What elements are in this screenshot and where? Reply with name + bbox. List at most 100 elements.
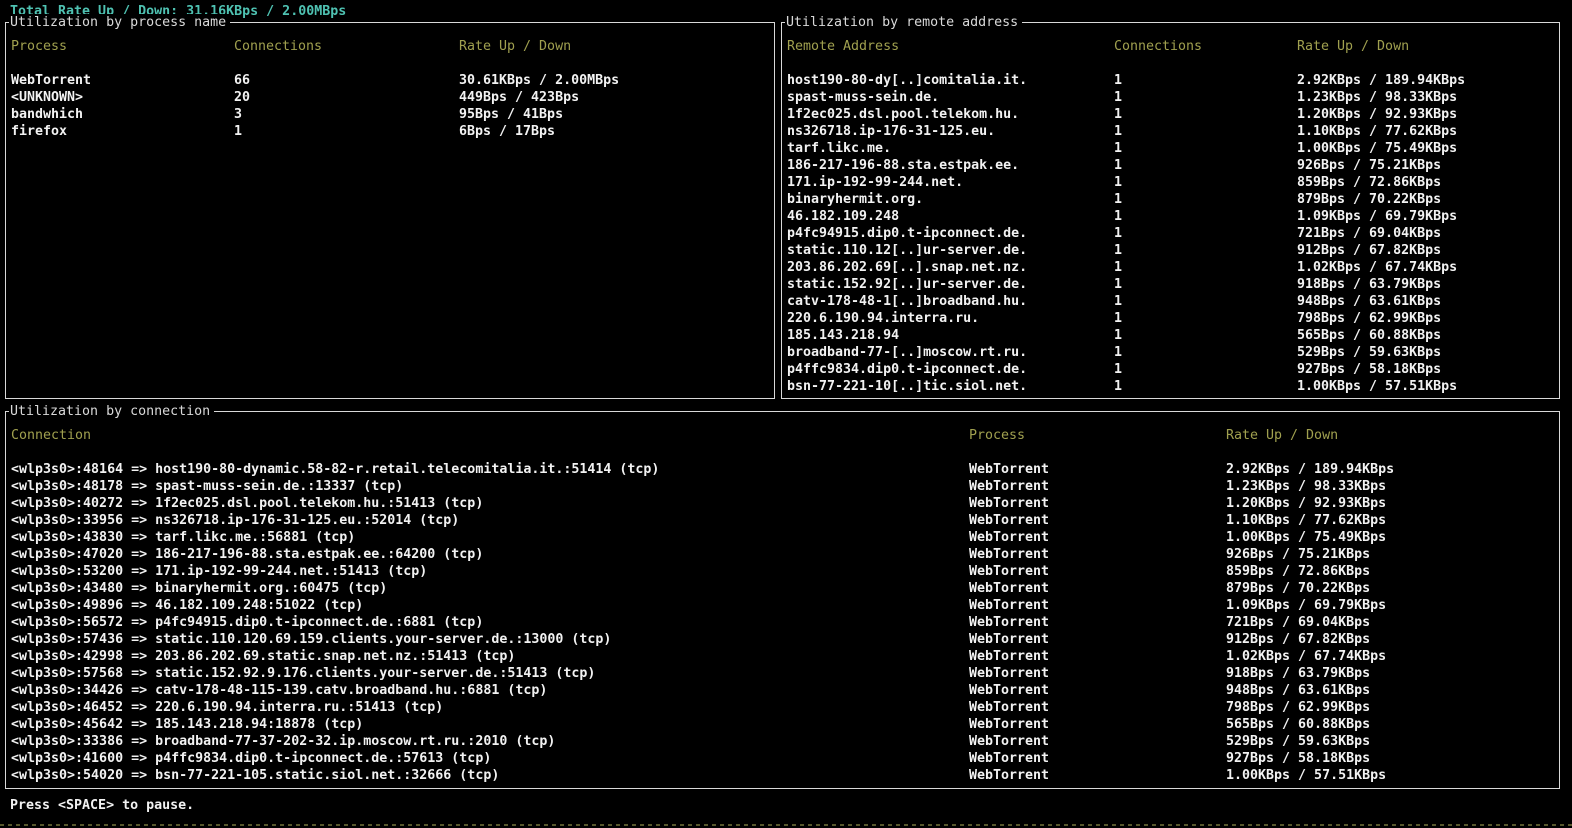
table-cell: 1 xyxy=(1114,209,1123,224)
table-row: <wlp3s0>:43480 => binaryhermit.org.:6047… xyxy=(6,580,1559,597)
table-cell: <wlp3s0>:40272 => 1f2ec025.dsl.pool.tele… xyxy=(11,496,484,511)
table-row: <wlp3s0>:47020 => 186-217-196-88.sta.est… xyxy=(6,546,1559,563)
table-cell: WebTorrent xyxy=(969,581,1050,596)
table-cell: WebTorrent xyxy=(969,598,1050,613)
table-cell: <wlp3s0>:43480 => binaryhermit.org.:6047… xyxy=(11,581,388,596)
table-row: <wlp3s0>:33956 => ns326718.ip-176-31-125… xyxy=(6,512,1559,529)
table-cell: 1 xyxy=(1114,226,1123,241)
table-row: 220.6.190.94.interra.ru. 1 798Bps / 62.99K… xyxy=(782,310,1559,327)
panel-process-title: Utilization by process name xyxy=(9,14,231,31)
table-cell: 1 xyxy=(1114,73,1123,88)
column-header-connections: Connections xyxy=(1114,39,1203,54)
table-cell: 798Bps / 62.99KBps xyxy=(1226,700,1371,715)
table-cell: WebTorrent xyxy=(969,649,1050,664)
table-cell: catv-178-48-1[..]broadband.hu. xyxy=(787,294,1028,309)
table-cell: 912Bps / 67.82KBps xyxy=(1226,632,1371,647)
table-cell: WebTorrent xyxy=(969,666,1050,681)
table-row: bandwhich 3 95Bps / 41Bps xyxy=(6,106,774,123)
column-header-connection: Connection xyxy=(11,428,92,443)
table-cell: 798Bps / 62.99KBps xyxy=(1297,311,1442,326)
table-row: <wlp3s0>:56572 => p4fc94915.dip0.t-ipcon… xyxy=(6,614,1559,631)
table-cell: 1.23KBps / 98.33KBps xyxy=(1226,479,1387,494)
column-header-rate: Rate Up / Down xyxy=(1297,39,1410,54)
table-cell: 66 xyxy=(234,73,251,88)
table-cell: <wlp3s0>:34426 => catv-178-48-115-139.ca… xyxy=(11,683,548,698)
table-cell: WebTorrent xyxy=(969,530,1050,545)
table-cell: <wlp3s0>:42998 => 203.86.202.69.static.s… xyxy=(11,649,516,664)
table-cell: 1 xyxy=(1114,328,1123,343)
table-cell: 1.09KBps / 69.79KBps xyxy=(1226,598,1387,613)
table-cell: 220.6.190.94.interra.ru. xyxy=(787,311,980,326)
table-row: 203.86.202.69[..].snap.net.nz. 1 1.02KBps … xyxy=(782,259,1559,276)
table-row: <wlp3s0>:42998 => 203.86.202.69.static.s… xyxy=(6,648,1559,665)
table-cell: <UNKNOWN> xyxy=(11,90,84,105)
table-row: <wlp3s0>:49896 => 46.182.109.248:51022 (… xyxy=(6,597,1559,614)
table-cell: <wlp3s0>:43830 => tarf.likc.me.:56881 (t… xyxy=(11,530,356,545)
table-cell: p4fc94915.dip0.t-ipconnect.de. xyxy=(787,226,1028,241)
table-row: static.152.92[..]ur-server.de. 1 918Bps / … xyxy=(782,276,1559,293)
table-row: WebTorrent 66 30.61KBps / 2.00MBps xyxy=(6,72,774,89)
table-cell: WebTorrent xyxy=(969,564,1050,579)
table-cell: static.110.12[..]ur-server.de. xyxy=(787,243,1028,258)
table-row: static.110.12[..]ur-server.de. 1 912Bps / … xyxy=(782,242,1559,259)
table-cell: 1.00KBps / 57.51KBps xyxy=(1297,379,1458,394)
table-cell: broadband-77-[..]moscow.rt.ru. xyxy=(787,345,1028,360)
table-cell: <wlp3s0>:33386 => broadband-77-37-202-32… xyxy=(11,734,556,749)
panel-connection-title: Utilization by connection xyxy=(9,403,215,420)
table-cell: 95Bps / 41Bps xyxy=(459,107,564,122)
table-cell: 46.182.109.248 xyxy=(787,209,900,224)
table-cell: 449Bps / 423Bps xyxy=(459,90,580,105)
table-cell: 2.92KBps / 189.94KBps xyxy=(1297,73,1466,88)
table-cell: 565Bps / 60.88KBps xyxy=(1297,328,1442,343)
connection-table-body: <wlp3s0>:48164 => host190-80-dynamic.58-… xyxy=(6,461,1559,784)
table-cell: <wlp3s0>:48164 => host190-80-dynamic.58-… xyxy=(11,462,660,477)
table-cell: bandwhich xyxy=(11,107,84,122)
table-cell: 1 xyxy=(1114,260,1123,275)
table-row: <UNKNOWN> 20 449Bps / 423Bps xyxy=(6,89,774,106)
remote-table-header: Remote Address Connections Rate Up / Dow… xyxy=(782,38,1559,55)
panel-remote-title: Utilization by remote address xyxy=(785,14,1023,31)
table-cell: 203.86.202.69[..].snap.net.nz. xyxy=(787,260,1028,275)
table-cell: tarf.likc.me. xyxy=(787,141,892,156)
table-cell: 1 xyxy=(1114,294,1123,309)
table-cell: <wlp3s0>:53200 => 171.ip-192-99-244.net.… xyxy=(11,564,428,579)
table-cell: 927Bps / 58.18KBps xyxy=(1226,751,1371,766)
table-cell: 1 xyxy=(1114,379,1123,394)
table-cell: WebTorrent xyxy=(969,734,1050,749)
table-cell: 1f2ec025.dsl.pool.telekom.hu. xyxy=(787,107,1020,122)
table-cell: 1.10KBps / 77.62KBps xyxy=(1297,124,1458,139)
table-cell: 721Bps / 69.04KBps xyxy=(1297,226,1442,241)
table-cell: 1.02KBps / 67.74KBps xyxy=(1226,649,1387,664)
table-cell: 529Bps / 59.63KBps xyxy=(1226,734,1371,749)
table-cell: WebTorrent xyxy=(969,751,1050,766)
table-cell: 1 xyxy=(1114,362,1123,377)
column-header-rate: Rate Up / Down xyxy=(1226,428,1339,443)
table-cell: <wlp3s0>:54020 => bsn-77-221-105.static.… xyxy=(11,768,500,783)
table-cell: 927Bps / 58.18KBps xyxy=(1297,362,1442,377)
table-cell: 912Bps / 67.82KBps xyxy=(1297,243,1442,258)
table-row: broadband-77-[..]moscow.rt.ru. 1 529Bps / … xyxy=(782,344,1559,361)
table-cell: WebTorrent xyxy=(969,513,1050,528)
table-cell: WebTorrent xyxy=(969,479,1050,494)
table-cell: 948Bps / 63.61KBps xyxy=(1297,294,1442,309)
table-cell: WebTorrent xyxy=(11,73,92,88)
process-table-body: WebTorrent 66 30.61KBps / 2.00MBps <UNKNOWN… xyxy=(6,72,774,140)
table-cell: <wlp3s0>:47020 => 186-217-196-88.sta.est… xyxy=(11,547,484,562)
table-row: 46.182.109.248 1 1.09KBps / 69.79KBps xyxy=(782,208,1559,225)
table-row: <wlp3s0>:53200 => 171.ip-192-99-244.net.… xyxy=(6,563,1559,580)
column-header-connections: Connections xyxy=(234,39,323,54)
table-cell: <wlp3s0>:48178 => spast-muss-sein.de.:13… xyxy=(11,479,404,494)
table-cell: 20 xyxy=(234,90,251,105)
table-cell: 186-217-196-88.sta.estpak.ee. xyxy=(787,158,1020,173)
table-row: catv-178-48-1[..]broadband.hu. 1 948Bps / … xyxy=(782,293,1559,310)
table-cell: 1 xyxy=(1114,107,1123,122)
table-row: tarf.likc.me. 1 1.00KBps / 75.49KBps xyxy=(782,140,1559,157)
table-cell: 1.00KBps / 75.49KBps xyxy=(1297,141,1458,156)
table-cell: WebTorrent xyxy=(969,496,1050,511)
table-cell: 926Bps / 75.21KBps xyxy=(1226,547,1371,562)
process-table-header: Process Connections Rate Up / Down xyxy=(6,38,774,55)
table-cell: WebTorrent xyxy=(969,615,1050,630)
pause-hint: Press <SPACE> to pause. xyxy=(10,798,195,813)
table-cell: 1 xyxy=(1114,158,1123,173)
bottom-scroll-indicator xyxy=(0,824,1572,826)
